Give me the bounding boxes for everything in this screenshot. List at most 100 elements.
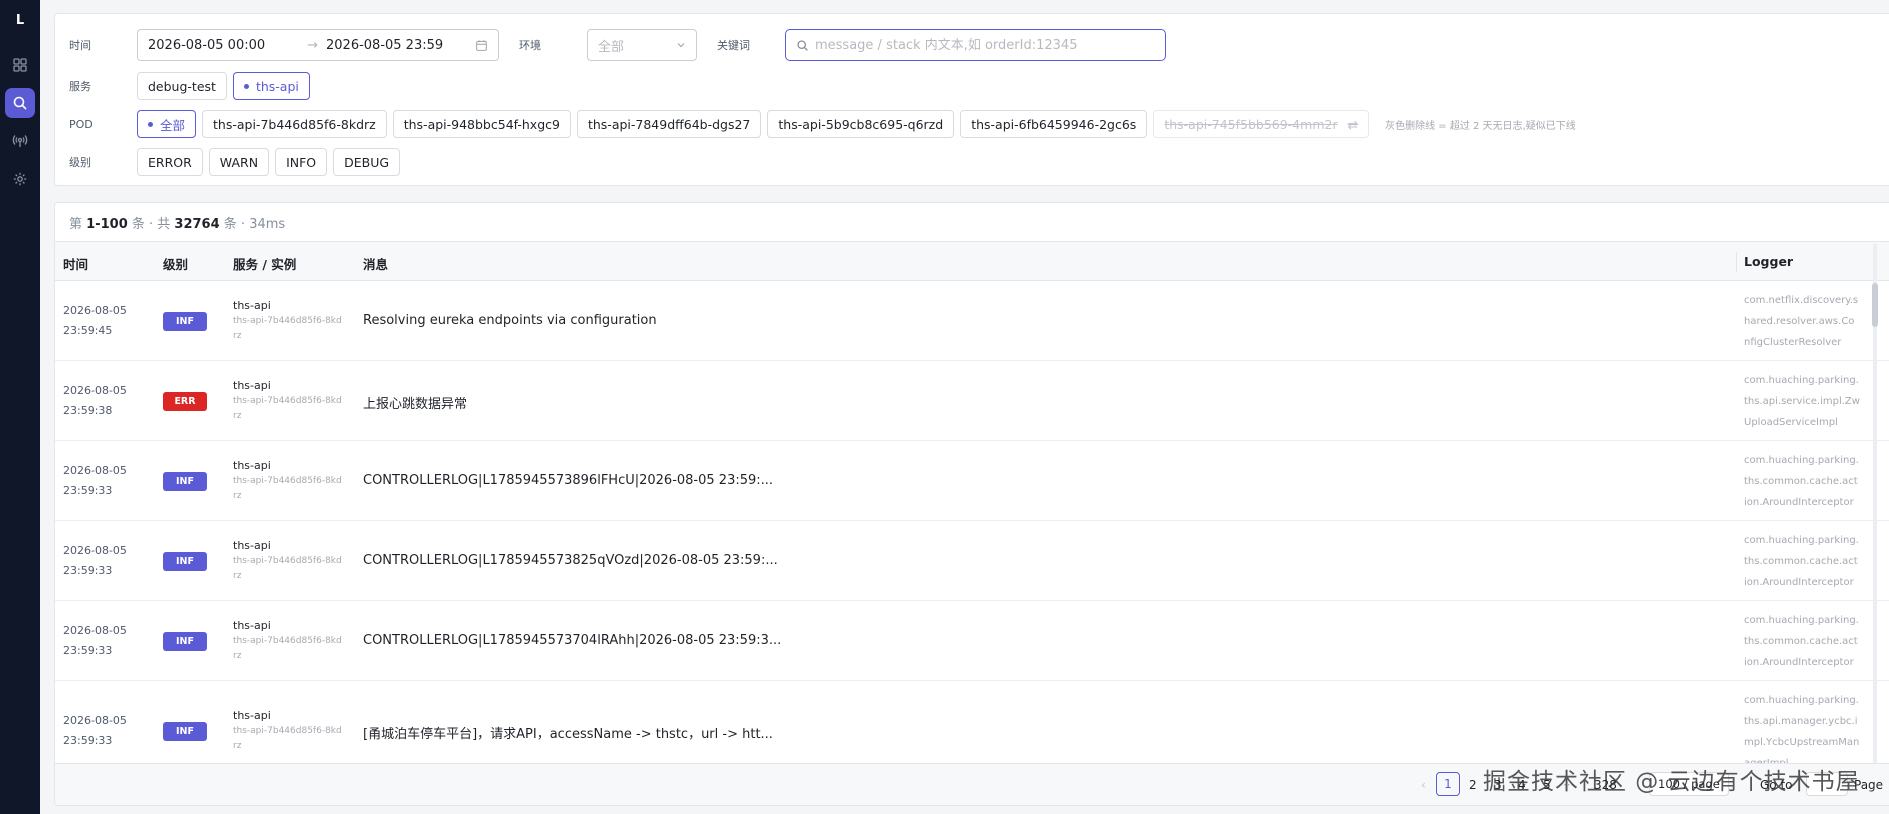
row-time: 2026-08-05 23:59:33 bbox=[63, 461, 127, 501]
instance-name: ths-api-7b446d85f6-8kdrz bbox=[233, 316, 342, 341]
grid-icon bbox=[13, 58, 27, 72]
level-chip-debug[interactable]: DEBUG bbox=[333, 148, 401, 176]
service-name: ths-api bbox=[233, 299, 271, 312]
calendar-icon bbox=[476, 39, 487, 51]
watermark: 掘金技术社区 @ 云边有个技术书屋 bbox=[1483, 769, 1860, 795]
row-message[interactable]: CONTROLLERLOG|L1785945573825qVOzd|2026-0… bbox=[363, 553, 778, 568]
level-chip-label: DEBUG bbox=[344, 154, 390, 170]
header-logger: Logger bbox=[1744, 254, 1794, 269]
table-row[interactable]: 2026-08-05 23:59:33 INF ths-api ths-api-… bbox=[55, 601, 1889, 681]
page-1-button[interactable]: 1 bbox=[1436, 772, 1460, 796]
instance-name: ths-api-7b446d85f6-8kdrz bbox=[233, 396, 342, 421]
summary-suffix: 条 · 34ms bbox=[223, 217, 286, 232]
log-table-panel: 第 1-100 条 · 共 32764 条 · 34ms 时间 级别 服务 / … bbox=[54, 202, 1889, 806]
search-icon bbox=[797, 39, 808, 51]
row-message[interactable]: 上报心跳数据异常 bbox=[363, 393, 467, 412]
swap-icon: ⇄ bbox=[1347, 116, 1359, 132]
pod-chip-label: ths-api-745f5bb569-4mm2r bbox=[1164, 116, 1338, 132]
pod-chip[interactable]: ths-api-948bbc54f-hxgc9 bbox=[392, 110, 571, 138]
row-clock: 23:59:33 bbox=[63, 734, 113, 747]
pod-label: POD bbox=[69, 117, 93, 131]
row-clock: 23:59:45 bbox=[63, 324, 113, 337]
table-row[interactable]: 2026-08-05 23:59:45 INF ths-api ths-api-… bbox=[55, 281, 1889, 361]
pod-chip-label: ths-api-6fb6459946-2gc6s bbox=[971, 116, 1137, 132]
table-scrollbar[interactable] bbox=[1871, 243, 1879, 803]
level-badge: INF bbox=[163, 722, 207, 741]
level-chip-warn[interactable]: WARN bbox=[208, 148, 270, 176]
service-name: ths-api bbox=[233, 709, 271, 722]
range-arrow-icon: → bbox=[307, 37, 318, 53]
row-date: 2026-08-05 bbox=[63, 384, 127, 397]
row-message[interactable]: Resolving eureka endpoints via configura… bbox=[363, 313, 657, 328]
row-date: 2026-08-05 bbox=[63, 464, 127, 477]
date-end[interactable]: 2026-08-05 23:59 bbox=[326, 38, 475, 53]
env-select[interactable]: 全部 bbox=[587, 29, 697, 61]
date-range-picker[interactable]: 2026-08-05 00:00 → 2026-08-05 23:59 bbox=[137, 29, 499, 61]
row-service: ths-api ths-api-7b446d85f6-8kdrz bbox=[233, 378, 343, 424]
row-message[interactable]: CONTROLLERLOG|L1785945573896lFHcU|2026-0… bbox=[363, 473, 773, 488]
active-dot-icon bbox=[148, 121, 153, 127]
broadcast-icon bbox=[12, 135, 28, 147]
row-message[interactable]: [甬城泊车停车平台]，请求API，accessName -> thstc，url… bbox=[363, 723, 773, 742]
row-date: 2026-08-05 bbox=[63, 544, 127, 557]
level-badge: ERR bbox=[163, 392, 207, 411]
row-date: 2026-08-05 bbox=[63, 624, 127, 637]
env-select-value: 全部 bbox=[598, 39, 625, 55]
row-time: 2026-08-05 23:59:38 bbox=[63, 381, 127, 421]
table-row[interactable]: 2026-08-05 23:59:33 INF ths-api ths-api-… bbox=[55, 441, 1889, 521]
table-body: 2026-08-05 23:59:45 INF ths-api ths-api-… bbox=[55, 281, 1889, 781]
time-label: 时间 bbox=[69, 39, 91, 52]
pod-chip[interactable]: ths-api-5b9cb8c695-q6rzd bbox=[767, 110, 955, 138]
summary-prefix: 第 bbox=[69, 217, 83, 232]
nav-search-button[interactable] bbox=[5, 88, 35, 118]
level-chip-label: WARN bbox=[219, 154, 259, 170]
row-message[interactable]: CONTROLLERLOG|L1785945573704lRAhh|2026-0… bbox=[363, 633, 781, 648]
header-level: 级别 bbox=[163, 257, 189, 272]
table-row[interactable]: 2026-08-05 23:59:33 INF ths-api ths-api-… bbox=[55, 521, 1889, 601]
row-logger: com.huaching.parking.ths.common.cache.ac… bbox=[1744, 535, 1859, 588]
level-badge: INF bbox=[163, 552, 207, 571]
service-chip-debug-test[interactable]: debug-test bbox=[137, 72, 227, 100]
service-chip-label: debug-test bbox=[148, 78, 216, 94]
level-badge: INF bbox=[163, 632, 207, 651]
keyword-input[interactable] bbox=[815, 37, 1145, 53]
pod-chip[interactable]: ths-api-6fb6459946-2gc6s bbox=[960, 110, 1148, 138]
pod-chip[interactable]: ths-api-7b446d85f6-8kdrz bbox=[202, 110, 387, 138]
table-header: 时间 级别 服务 / 实例 消息 Logger bbox=[55, 241, 1889, 281]
pod-chip-offline[interactable]: ths-api-745f5bb569-4mm2r ⇄ bbox=[1153, 110, 1370, 138]
sidebar: L bbox=[0, 0, 40, 814]
service-name: ths-api bbox=[233, 539, 271, 552]
row-service: ths-api ths-api-7b446d85f6-8kdrz bbox=[233, 298, 343, 344]
page-2-button[interactable]: 2 bbox=[1469, 778, 1477, 792]
row-service: ths-api ths-api-7b446d85f6-8kdrz bbox=[233, 538, 343, 584]
row-time: 2026-08-05 23:59:45 bbox=[63, 301, 127, 341]
nav-settings-button[interactable] bbox=[5, 164, 35, 194]
row-logger: com.huaching.parking.ths.common.cache.ac… bbox=[1744, 615, 1859, 668]
level-chip-error[interactable]: ERROR bbox=[137, 148, 203, 176]
service-name: ths-api bbox=[233, 459, 271, 472]
prev-page-button[interactable]: ‹ bbox=[1421, 778, 1426, 792]
result-summary: 第 1-100 条 · 共 32764 条 · 34ms bbox=[69, 213, 285, 232]
keyword-search-box[interactable] bbox=[785, 29, 1166, 61]
pod-chip-label: ths-api-948bbc54f-hxgc9 bbox=[403, 116, 560, 132]
date-start[interactable]: 2026-08-05 00:00 bbox=[148, 38, 297, 53]
pod-chip-label: ths-api-5b9cb8c695-q6rzd bbox=[778, 116, 944, 132]
service-chip-ths-api[interactable]: ths-api bbox=[232, 72, 310, 100]
instance-name: ths-api-7b446d85f6-8kdrz bbox=[233, 476, 342, 501]
summary-range: 1-100 bbox=[86, 217, 128, 232]
scrollbar-thumb[interactable] bbox=[1872, 283, 1878, 327]
instance-name: ths-api-7b446d85f6-8kdrz bbox=[233, 726, 342, 751]
level-chip-label: INFO bbox=[286, 154, 317, 170]
pod-chip[interactable]: ths-api-7849dff64b-dgs27 bbox=[576, 110, 762, 138]
row-time: 2026-08-05 23:59:33 bbox=[63, 541, 127, 581]
pod-chip-all[interactable]: 全部 bbox=[137, 110, 197, 138]
pod-chip-label: 全部 bbox=[160, 117, 186, 133]
scrollbar-track bbox=[1873, 243, 1877, 803]
nav-dashboard-button[interactable] bbox=[5, 50, 35, 80]
row-time: 2026-08-05 23:59:33 bbox=[63, 621, 127, 661]
row-clock: 23:59:38 bbox=[63, 404, 113, 417]
nav-broadcast-button[interactable] bbox=[5, 126, 35, 156]
table-row[interactable]: 2026-08-05 23:59:38 ERR ths-api ths-api-… bbox=[55, 361, 1889, 441]
search-icon bbox=[13, 96, 27, 110]
level-chip-info[interactable]: INFO bbox=[275, 148, 328, 176]
